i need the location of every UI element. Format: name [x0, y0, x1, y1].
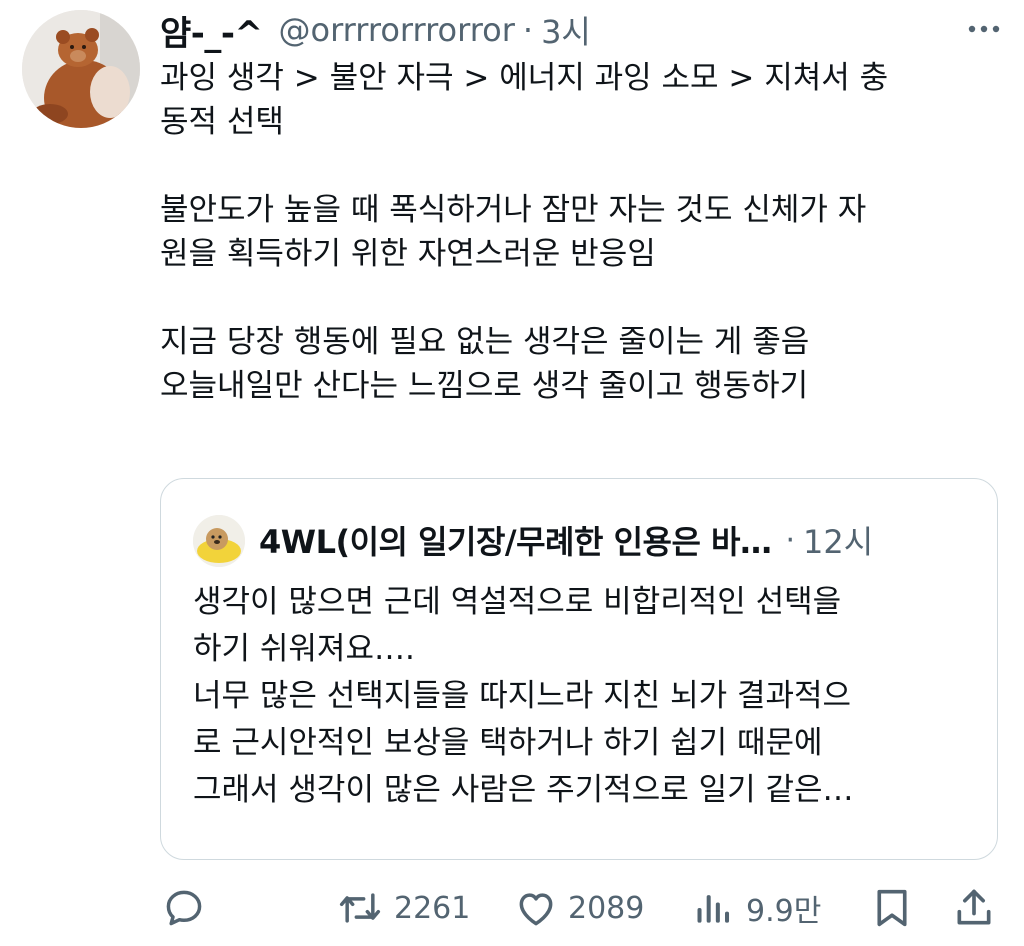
bookmark-button[interactable] [872, 880, 912, 936]
tweet-text-line: 과잉 생각 > 불안 자극 > 에너지 과잉 소모 > 지쳐서 충 [160, 60, 889, 96]
tweet-action-bar: 2261 2089 9.9만 [160, 880, 1000, 936]
reply-icon [162, 886, 206, 930]
heart-icon [514, 886, 558, 930]
tweet-text-line: 원을 획득하기 위한 자연스러운 반응임 [160, 236, 656, 272]
quoted-tweet-timestamp: 12시 [803, 523, 874, 561]
quoted-text-line: 그래서 생각이 많은 사람은 주기적으로 일기 같은… [193, 772, 854, 808]
quoted-text-line: 하기 쉬워져요…. [193, 631, 415, 667]
tweet-header: 얌-_-^ @orrrrorrrorror · 3시 [160, 6, 1004, 55]
tweet-text-line: 불안도가 높을 때 폭식하거나 잠만 자는 것도 신체가 자 [160, 192, 867, 228]
quoted-tweet-card[interactable]: 4WL(이의 일기장/무례한 인용은 바… · 12시 생각이 많으면 근데 역… [160, 478, 998, 860]
share-icon [952, 886, 996, 930]
like-button[interactable]: 2089 [514, 880, 644, 936]
author-display-name[interactable]: 얌-_-^ [160, 6, 263, 55]
views-count: 9.9만 [746, 894, 822, 929]
tweet-text-line: 동적 선택 [160, 104, 284, 140]
header-separator: · [522, 11, 534, 49]
retweet-button[interactable]: 2261 [336, 880, 470, 936]
tweet-text: 과잉 생각 > 불안 자극 > 에너지 과잉 소모 > 지쳐서 충 동적 선택 … [160, 56, 1000, 408]
quoted-header-separator: · [785, 522, 796, 558]
more-horizontal-icon[interactable] [964, 14, 1004, 44]
share-button[interactable] [952, 880, 996, 936]
tweet-text-line: 오늘내일만 산다는 느낌으로 생각 줄이고 행동하기 [160, 368, 809, 404]
author-avatar[interactable] [22, 10, 140, 128]
retweet-count: 2261 [394, 890, 471, 926]
bookmark-icon [872, 886, 912, 930]
quoted-author-name: 4WL(이의 일기장/무례한 인용은 바… [259, 523, 772, 561]
author-handle[interactable]: @orrrrorrrorror [279, 11, 515, 49]
quoted-tweet-text: 생각이 많으면 근데 역설적으로 비합리적인 선택을 하기 쉬워져요…. 너무 … [193, 579, 983, 814]
tweet-text-line: 지금 당장 행동에 필요 없는 생각은 줄이는 게 좋음 [160, 324, 810, 360]
tweet-text-line [160, 144, 1000, 188]
quoted-text-line: 로 근시안적인 보상을 택하거나 하기 쉽기 때문에 [193, 725, 823, 761]
quoted-tweet-header: 4WL(이의 일기장/무례한 인용은 바… · 12시 [259, 517, 957, 563]
tweet-text-line [160, 276, 1000, 320]
reply-button[interactable] [162, 880, 206, 936]
like-count: 2089 [568, 890, 645, 926]
tweet-timestamp[interactable]: 3시 [541, 7, 591, 53]
retweet-icon [336, 886, 384, 930]
views-button[interactable]: 9.9만 [692, 880, 821, 936]
views-icon [692, 886, 736, 930]
quoted-author-avatar [193, 515, 245, 567]
quoted-text-line: 너무 많은 선택지들을 따지느라 지친 뇌가 결과적으 [193, 678, 852, 714]
quoted-text-line: 생각이 많으면 근데 역설적으로 비합리적인 선택을 [193, 584, 842, 620]
